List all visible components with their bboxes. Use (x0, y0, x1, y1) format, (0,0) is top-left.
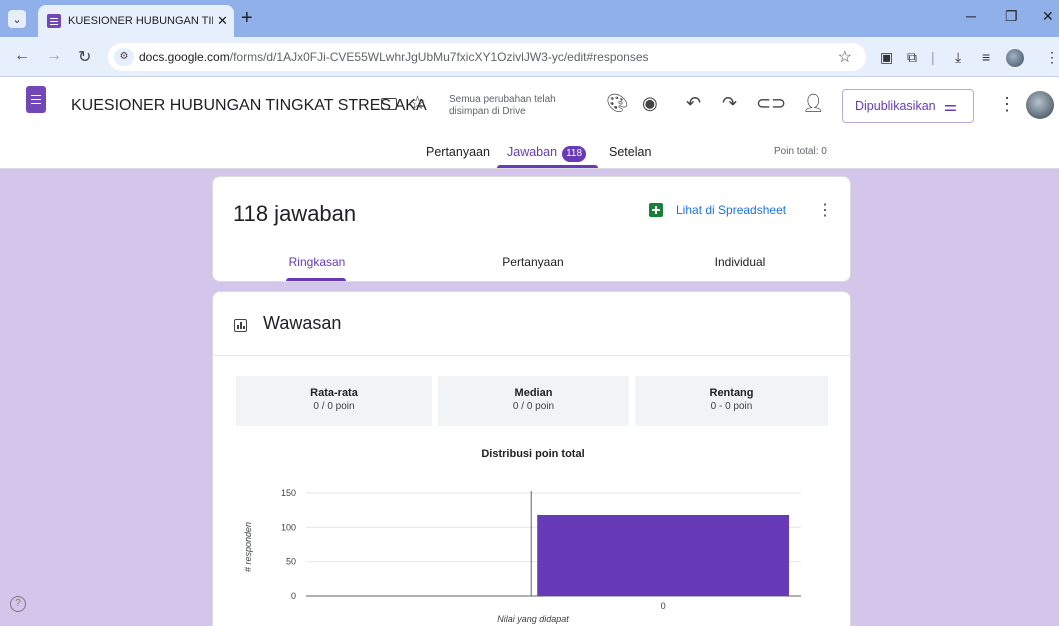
bookmark-star-icon[interactable]: ☆ (838, 47, 852, 67)
active-subtab-indicator (286, 278, 346, 281)
stat-median-value: 0 / 0 poin (512, 401, 555, 412)
tab-search-icon[interactable]: ⌄ (8, 10, 26, 28)
spreadsheet-icon[interactable] (649, 203, 663, 217)
browser-tab[interactable]: KUESIONER HUBUNGAN TINGK ✕ (38, 5, 234, 37)
bar (537, 514, 789, 596)
reload-icon[interactable]: ↻ (78, 47, 91, 67)
move-to-folder-icon[interactable] (381, 98, 397, 110)
responses-menu-icon[interactable]: ⋮ (817, 200, 833, 220)
extension-icon[interactable]: ▣ (880, 49, 893, 66)
close-window-icon[interactable]: ✕ (1042, 8, 1054, 25)
chart-title: Distribusi poin total (481, 448, 584, 460)
toolbar-divider: | (931, 49, 935, 65)
publish-settings-icon: ⚌ (943, 98, 958, 115)
new-tab-icon[interactable]: + (241, 7, 253, 30)
minimize-icon[interactable]: ─ (966, 8, 976, 24)
points-distribution-chart: Distribusi poin total 0 50 100 150 # responde… (243, 448, 801, 624)
close-tab-icon[interactable]: ✕ (217, 13, 228, 29)
browser-menu-icon[interactable]: ⋮ (1045, 49, 1059, 66)
stat-range: Rentang 0 - 0 poin (635, 376, 828, 426)
tab-settings[interactable]: Setelan (609, 145, 651, 159)
copy-link-icon[interactable]: ⊂⊃ (756, 93, 786, 114)
forward-icon[interactable]: → (46, 47, 62, 65)
preview-eye-icon[interactable]: ◉ (642, 93, 658, 114)
browser-profile-avatar[interactable] (1006, 49, 1024, 67)
google-forms-logo-icon[interactable] (26, 86, 46, 113)
x-tick-label: 0 (661, 601, 666, 611)
subtab-individual[interactable]: Individual (700, 255, 780, 269)
extensions-puzzle-icon[interactable]: ⧉ (907, 49, 917, 66)
save-status: Semua perubahan telah disimpan di Drive (449, 94, 556, 117)
responses-count-badge: 118 (562, 146, 587, 162)
url-text: docs.google.com/forms/d/1AJx0FJi-CVE55WL… (139, 50, 649, 64)
tab-responses[interactable]: Jawaban 118 (507, 145, 587, 162)
stat-average: Rata-rata 0 / 0 poin (236, 376, 432, 426)
stat-median: Median 0 / 0 poin (438, 376, 629, 426)
view-in-spreadsheet-link[interactable]: Lihat di Spreadsheet (676, 203, 786, 217)
star-icon[interactable]: ☆ (409, 92, 426, 115)
back-icon[interactable]: ← (14, 47, 30, 65)
site-info-icon[interactable]: ⚙ (114, 48, 134, 66)
browser-toolbar: ← → ↻ ⚙ docs.google.com/forms/d/1AJx0FJi… (0, 37, 1059, 77)
insights-title: Wawasan (263, 313, 342, 333)
tab-questions[interactable]: Pertanyaan (426, 145, 490, 159)
stat-average-value: 0 / 0 poin (313, 401, 355, 412)
y-tick-label: 50 (286, 557, 296, 567)
subtab-summary[interactable]: Ringkasan (287, 255, 347, 269)
tab-title: KUESIONER HUBUNGAN TINGK (68, 15, 213, 27)
add-collaborator-icon[interactable]: 👤︎ (802, 93, 825, 114)
y-tick-label: 0 (291, 591, 296, 601)
insights-chart-icon (234, 319, 247, 332)
publish-label: Dipublikasikan (855, 99, 936, 113)
x-axis-label: Nilai yang didapat (497, 614, 569, 624)
active-tab-indicator (497, 165, 598, 168)
restore-icon[interactable]: ❐ (1005, 8, 1018, 25)
total-points: Poin total: 0 (774, 146, 827, 157)
customize-theme-icon[interactable]: 🎨︎ (606, 93, 629, 114)
reading-list-icon[interactable]: ≡ (982, 49, 990, 65)
browser-tab-bar: ⌄ KUESIONER HUBUNGAN TINGK ✕ + ─ ❐ ✕ (0, 0, 1059, 37)
google-forms-favicon-icon (47, 14, 61, 28)
stat-average-label: Rata-rata (310, 387, 358, 399)
redo-icon[interactable]: ↷ (722, 93, 737, 114)
y-axis-label: # responden (243, 522, 253, 572)
undo-icon[interactable]: ↶ (686, 93, 701, 114)
stat-median-label: Median (514, 387, 553, 399)
y-tick-label: 150 (281, 488, 296, 498)
publish-button[interactable]: Dipublikasikan ⚌ (842, 89, 974, 123)
form-title[interactable]: KUESIONER HUBUNGAN TINGKAT STRES AKA (71, 97, 427, 115)
account-avatar[interactable] (1026, 91, 1054, 119)
screen: ⌄ KUESIONER HUBUNGAN TINGK ✕ + ─ ❐ ✕ ← →… (0, 0, 1059, 626)
address-bar[interactable]: ⚙ docs.google.com/forms/d/1AJx0FJi-CVE55… (108, 43, 866, 71)
insights-divider (213, 355, 850, 356)
y-tick-label: 100 (281, 522, 296, 532)
stat-range-label: Rentang (709, 387, 754, 399)
forms-header: KUESIONER HUBUNGAN TINGKAT STRES AKA ☆ S… (0, 77, 1059, 169)
help-icon[interactable]: ? (10, 596, 26, 612)
stat-range-value: 0 - 0 poin (710, 401, 753, 412)
download-icon[interactable]: ⤓ (955, 49, 961, 66)
insights-card: Wawasan Rata-rata 0 / 0 poin Median 0 / … (212, 291, 851, 626)
subtab-question[interactable]: Pertanyaan (483, 255, 583, 269)
responses-count-title: 118 jawaban (233, 201, 357, 226)
responses-card: 118 jawaban Lihat di Spreadsheet ⋮ Ringk… (212, 176, 851, 282)
tab-responses-label: Jawaban (507, 145, 558, 159)
more-options-icon[interactable]: ⋮ (998, 95, 1016, 113)
